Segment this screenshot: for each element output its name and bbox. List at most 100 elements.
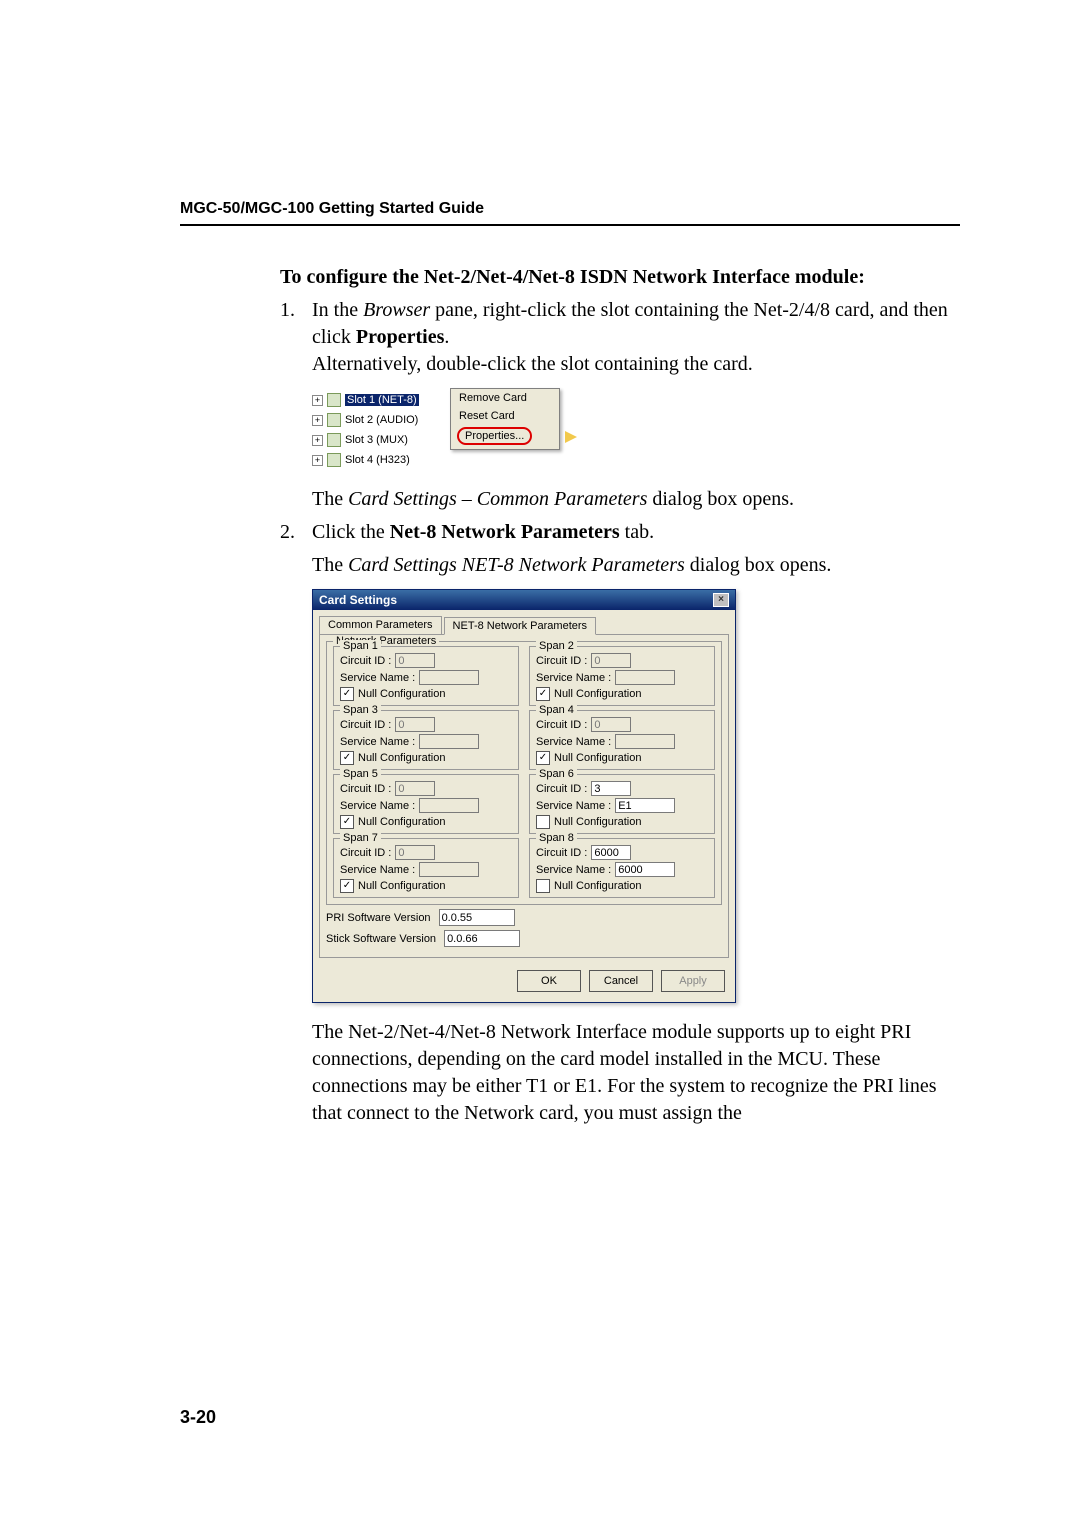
checkbox-icon [536,815,550,829]
checkbox-icon: ✓ [340,751,354,765]
service-name-label: Service Name : [536,800,611,812]
null-config-checkbox[interactable]: Null Configuration [536,815,708,829]
after-step2-ital: Card Settings NET-8 Network Parameters [348,554,685,576]
ok-button[interactable]: OK [517,970,581,992]
checkbox-icon: ✓ [340,687,354,701]
circuit-id-input[interactable] [591,845,631,860]
service-name-input[interactable] [615,798,675,813]
close-icon[interactable]: × [713,593,729,607]
span-title: Span 6 [536,768,577,780]
span-box-7: Span 7Circuit ID :Service Name :✓Null Co… [333,838,519,898]
service-name-input[interactable] [615,862,675,877]
cancel-button[interactable]: Cancel [589,970,653,992]
step1-browser-ital: Browser [363,299,430,321]
span-box-3: Span 3Circuit ID :Service Name :✓Null Co… [333,710,519,770]
null-config-label: Null Configuration [358,880,445,892]
span-box-6: Span 6Circuit ID :Service Name :Null Con… [529,774,715,834]
null-config-checkbox[interactable]: ✓ Null Configuration [340,879,512,893]
span-box-4: Span 4Circuit ID :Service Name :✓Null Co… [529,710,715,770]
stick-version-input [444,930,520,947]
tree-label-slot1: Slot 1 (NET-8) [345,394,419,406]
card-icon [327,413,341,427]
null-config-checkbox[interactable]: Null Configuration [536,879,708,893]
expand-icon[interactable]: + [312,395,323,406]
after-tree-sentence: The Card Settings – Common Parameters di… [312,486,950,513]
step2-pre: Click the [312,521,390,543]
null-config-checkbox[interactable]: ✓ Null Configuration [536,751,708,765]
null-config-label: Null Configuration [554,880,641,892]
after-step2-post: dialog box opens. [685,554,832,576]
span-title: Span 4 [536,704,577,716]
null-config-checkbox[interactable]: ✓Null Configuration [340,751,512,765]
null-config-checkbox[interactable]: ✓ Null Configuration [340,687,512,701]
expand-icon[interactable]: + [312,415,323,426]
null-config-label: Null Configuration [554,752,641,764]
circuit-id-label: Circuit ID : [340,847,391,859]
circuit-id-label: Circuit ID : [536,655,587,667]
checkbox-icon: ✓ [340,879,354,893]
circuit-id-input[interactable] [591,781,631,796]
null-config-checkbox[interactable]: ✓ Null Configuration [340,815,512,829]
pri-version-label: PRI Software Version [326,912,431,924]
checkbox-icon: ✓ [536,751,550,765]
ctx-reset-card[interactable]: Reset Card [451,407,559,425]
span-box-2: Span 2Circuit ID :Service Name :✓Null Co… [529,646,715,706]
card-icon [327,393,341,407]
tree-figure: + Slot 1 (NET-8) + Slot 2 (AUDIO) + Slot… [312,386,950,474]
pri-version-input [439,909,515,926]
doc-header: MGC-50/MGC-100 Getting Started Guide [180,200,960,218]
span-title: Span 2 [536,640,577,652]
null-config-label: Null Configuration [358,816,445,828]
service-name-label: Service Name : [536,672,611,684]
checkbox-icon [536,879,550,893]
service-name-label: Service Name : [340,736,415,748]
circuit-id-label: Circuit ID : [340,655,391,667]
service-name-label: Service Name : [340,672,415,684]
after-tree-post: dialog box opens. [647,488,794,510]
circuit-id-input [591,717,631,732]
card-icon [327,453,341,467]
service-name-input [419,798,479,813]
service-name-label: Service Name : [536,736,611,748]
tab-common-parameters[interactable]: Common Parameters [319,616,442,634]
apply-button[interactable]: Apply [661,970,725,992]
circuit-id-input [395,845,435,860]
service-name-input [615,734,675,749]
span-title: Span 5 [340,768,381,780]
expand-icon[interactable]: + [312,455,323,466]
null-config-checkbox[interactable]: ✓Null Configuration [536,687,708,701]
span-title: Span 8 [536,832,577,844]
step1-text-a: In the [312,299,363,321]
checkbox-icon: ✓ [536,687,550,701]
null-config-label: Null Configuration [554,816,641,828]
step-2-number: 2. [280,519,312,546]
span-title: Span 1 [340,640,381,652]
card-icon [327,433,341,447]
null-config-label: Null Configuration [358,688,445,700]
step1-properties-bold: Properties [356,326,445,348]
tree-row-slot4[interactable]: + Slot 4 (H323) [312,450,572,470]
after-step2-pre: The [312,554,348,576]
service-name-input [419,862,479,877]
header-rule [180,224,960,226]
dialog-titlebar[interactable]: Card Settings × [313,590,735,610]
card-settings-dialog: Card Settings × Common Parameters NET-8 … [312,589,736,1003]
step-1: 1. In the Browser pane, right-click the … [280,297,950,378]
tab-net8-network-parameters[interactable]: NET-8 Network Parameters [444,617,596,635]
dialog-title: Card Settings [319,593,397,607]
circuit-id-input [395,781,435,796]
stick-version-label: Stick Software Version [326,933,436,945]
checkbox-icon: ✓ [340,815,354,829]
step2-post: tab. [620,521,654,543]
page-number: 3-20 [180,1407,216,1428]
step1-text-c: . [444,326,449,348]
circuit-id-label: Circuit ID : [536,719,587,731]
service-name-input [419,734,479,749]
span-box-1: Span 1Circuit ID :Service Name :✓Null Co… [333,646,519,706]
circuit-id-input [591,653,631,668]
ctx-properties[interactable]: Properties... [457,427,532,445]
expand-icon[interactable]: + [312,435,323,446]
service-name-label: Service Name : [536,864,611,876]
after-step2-sentence: The Card Settings NET-8 Network Paramete… [312,552,950,579]
ctx-remove-card[interactable]: Remove Card [451,389,559,407]
